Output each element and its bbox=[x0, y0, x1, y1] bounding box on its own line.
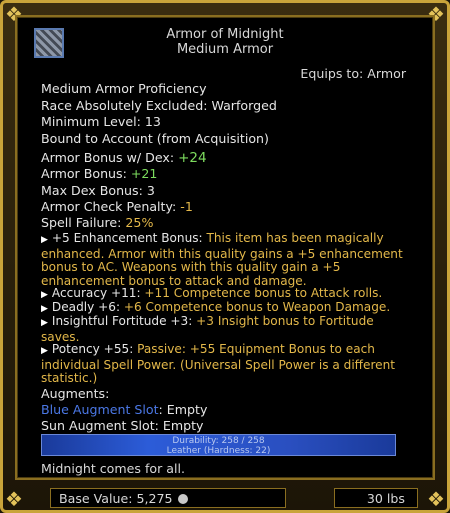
base-value: Base Value: 5,275 bbox=[50, 488, 286, 508]
armor-bonus: Armor Bonus: +21 bbox=[41, 166, 158, 181]
durability-text: Durability: 258 / 258 bbox=[172, 436, 265, 446]
bullet-icon: ▶ bbox=[41, 290, 48, 300]
binding: Bound to Account (from Acquisition) bbox=[41, 131, 269, 146]
race-restriction: Race Absolutely Excluded: Warforged bbox=[41, 98, 277, 113]
effect-insightful-fortitude: ▶ Insightful Fortitude +3: +3 Insight bon… bbox=[41, 314, 374, 344]
proficiency: Medium Armor Proficiency bbox=[41, 81, 207, 96]
blue-augment-slot[interactable]: Blue Augment Slot: Empty bbox=[41, 402, 207, 417]
equips-to: Equips to: Armor bbox=[300, 66, 406, 81]
max-dex-bonus: Max Dex Bonus: 3 bbox=[41, 183, 155, 198]
flavor-text: Midnight comes for all. bbox=[41, 461, 186, 476]
item-type: Medium Armor bbox=[176, 42, 274, 57]
effect-potency: ▶ Potency +55: Passive: +55 Equipment Bon… bbox=[41, 342, 396, 386]
bullet-icon: ▶ bbox=[41, 318, 48, 328]
coin-icon bbox=[177, 494, 188, 504]
material-text: Leather (Hardness: 22) bbox=[166, 446, 271, 456]
armor-bonus-dex: Armor Bonus w/ Dex: +24 bbox=[41, 150, 207, 166]
bullet-icon: ▶ bbox=[41, 235, 48, 245]
minimum-level: Minimum Level: 13 bbox=[41, 114, 161, 129]
effect-enhancement: ▶ +5 Enhancement Bonus: This item has bee… bbox=[41, 231, 403, 288]
item-weight: 30 lbs bbox=[334, 488, 418, 508]
augments-header: Augments: bbox=[41, 386, 110, 401]
corner-ornament-icon: ❖ bbox=[427, 487, 445, 511]
sun-augment-slot[interactable]: Sun Augment Slot: Empty bbox=[41, 418, 204, 433]
item-name: Armor of Midnight bbox=[166, 27, 284, 42]
tooltip-footer: Base Value: 5,275 30 lbs bbox=[22, 488, 428, 510]
bullet-icon: ▶ bbox=[41, 304, 48, 314]
bullet-icon: ▶ bbox=[41, 346, 48, 356]
spell-failure: Spell Failure: 25% bbox=[41, 215, 154, 230]
armor-check-penalty: Armor Check Penalty: -1 bbox=[41, 199, 193, 214]
durability-bar: Durability: 258 / 258 Leather (Hardness:… bbox=[41, 434, 396, 456]
